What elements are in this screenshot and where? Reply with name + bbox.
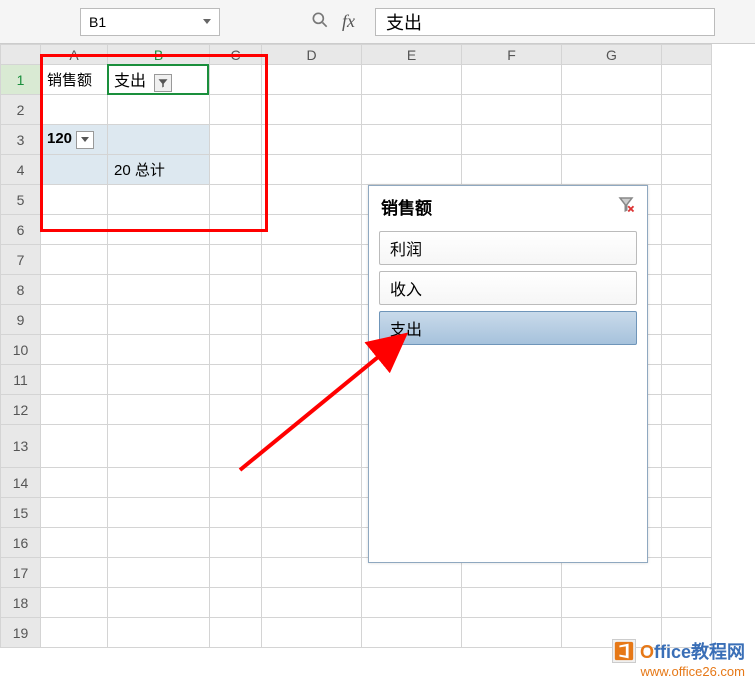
name-box-value: B1 bbox=[89, 14, 203, 30]
fx-area: fx 支出 bbox=[310, 8, 715, 36]
cell-A3[interactable]: 120 bbox=[41, 125, 108, 155]
cell-D3[interactable] bbox=[262, 125, 362, 155]
cell-F1[interactable] bbox=[462, 65, 562, 95]
slicer-panel[interactable]: 销售额 利润 收入 支出 bbox=[368, 185, 648, 563]
col-head-G[interactable]: G bbox=[562, 45, 662, 65]
row-head-15[interactable]: 15 bbox=[1, 498, 41, 528]
row-head-6[interactable]: 6 bbox=[1, 215, 41, 245]
row-head-2[interactable]: 2 bbox=[1, 95, 41, 125]
cell-C4[interactable] bbox=[210, 155, 262, 185]
slicer-item-1[interactable]: 收入 bbox=[379, 271, 637, 305]
cell-C3[interactable] bbox=[210, 125, 262, 155]
filter-icon[interactable] bbox=[154, 74, 172, 92]
dropdown-icon[interactable] bbox=[76, 131, 94, 149]
name-box[interactable]: B1 bbox=[80, 8, 220, 36]
formula-bar: B1 fx 支出 bbox=[0, 0, 755, 44]
slicer-item-0[interactable]: 利润 bbox=[379, 231, 637, 265]
cell-A2[interactable] bbox=[41, 95, 108, 125]
cell-D4[interactable] bbox=[262, 155, 362, 185]
cell-G4[interactable] bbox=[562, 155, 662, 185]
magnifier-icon[interactable] bbox=[310, 10, 330, 33]
row-head-8[interactable]: 8 bbox=[1, 275, 41, 305]
col-head-extra[interactable] bbox=[662, 45, 712, 65]
select-all-corner[interactable] bbox=[1, 45, 41, 65]
clear-filter-icon[interactable] bbox=[617, 195, 635, 218]
cell-F2[interactable] bbox=[462, 95, 562, 125]
cell-B4[interactable]: 20 总计 bbox=[108, 155, 210, 185]
row-head-11[interactable]: 11 bbox=[1, 365, 41, 395]
row-head-4[interactable]: 4 bbox=[1, 155, 41, 185]
cell-G3[interactable] bbox=[562, 125, 662, 155]
cell-E2[interactable] bbox=[362, 95, 462, 125]
cell-E4[interactable] bbox=[362, 155, 462, 185]
slicer-title: 销售额 bbox=[381, 194, 432, 219]
row-head-10[interactable]: 10 bbox=[1, 335, 41, 365]
slicer-header: 销售额 bbox=[369, 186, 647, 227]
col-head-F[interactable]: F bbox=[462, 45, 562, 65]
row-head-7[interactable]: 7 bbox=[1, 245, 41, 275]
cell-G2[interactable] bbox=[562, 95, 662, 125]
cell-D1[interactable] bbox=[262, 65, 362, 95]
row-head-16[interactable]: 16 bbox=[1, 528, 41, 558]
row-head-18[interactable]: 18 bbox=[1, 588, 41, 618]
chevron-down-icon bbox=[203, 19, 211, 24]
office-logo-icon bbox=[612, 639, 636, 663]
cell-E3[interactable] bbox=[362, 125, 462, 155]
cell-D2[interactable] bbox=[262, 95, 362, 125]
watermark: Office教程网 www.office26.com bbox=[612, 638, 745, 679]
cell-A4[interactable] bbox=[41, 155, 108, 185]
watermark-url: www.office26.com bbox=[612, 664, 745, 679]
row-head-1[interactable]: 1 bbox=[1, 65, 41, 95]
row-head-17[interactable]: 17 bbox=[1, 558, 41, 588]
row-head-12[interactable]: 12 bbox=[1, 395, 41, 425]
fx-label[interactable]: fx bbox=[342, 11, 355, 32]
cell-G1[interactable] bbox=[562, 65, 662, 95]
cell-E1[interactable] bbox=[362, 65, 462, 95]
row-head-13[interactable]: 13 bbox=[1, 425, 41, 468]
col-head-B[interactable]: B bbox=[108, 45, 210, 65]
cell-F3[interactable] bbox=[462, 125, 562, 155]
col-head-E[interactable]: E bbox=[362, 45, 462, 65]
cell-A1[interactable]: 销售额 bbox=[41, 65, 108, 95]
cell-B2[interactable] bbox=[108, 95, 210, 125]
row-head-19[interactable]: 19 bbox=[1, 618, 41, 648]
formula-value: 支出 bbox=[386, 9, 422, 35]
cell-B1[interactable]: 支出 bbox=[108, 65, 210, 95]
row-head-9[interactable]: 9 bbox=[1, 305, 41, 335]
cell-B3[interactable] bbox=[108, 125, 210, 155]
slicer-item-2[interactable]: 支出 bbox=[379, 311, 637, 345]
slicer-items: 利润 收入 支出 bbox=[369, 227, 647, 349]
cell-C1[interactable] bbox=[210, 65, 262, 95]
cell-C2[interactable] bbox=[210, 95, 262, 125]
watermark-brand: Office教程网 bbox=[640, 638, 745, 664]
col-head-D[interactable]: D bbox=[262, 45, 362, 65]
row-head-5[interactable]: 5 bbox=[1, 185, 41, 215]
col-head-A[interactable]: A bbox=[41, 45, 108, 65]
cell-extra-1[interactable] bbox=[662, 65, 712, 95]
cell-F4[interactable] bbox=[462, 155, 562, 185]
formula-input[interactable]: 支出 bbox=[375, 8, 715, 36]
col-head-C[interactable]: C bbox=[210, 45, 262, 65]
row-head-3[interactable]: 3 bbox=[1, 125, 41, 155]
row-head-14[interactable]: 14 bbox=[1, 468, 41, 498]
